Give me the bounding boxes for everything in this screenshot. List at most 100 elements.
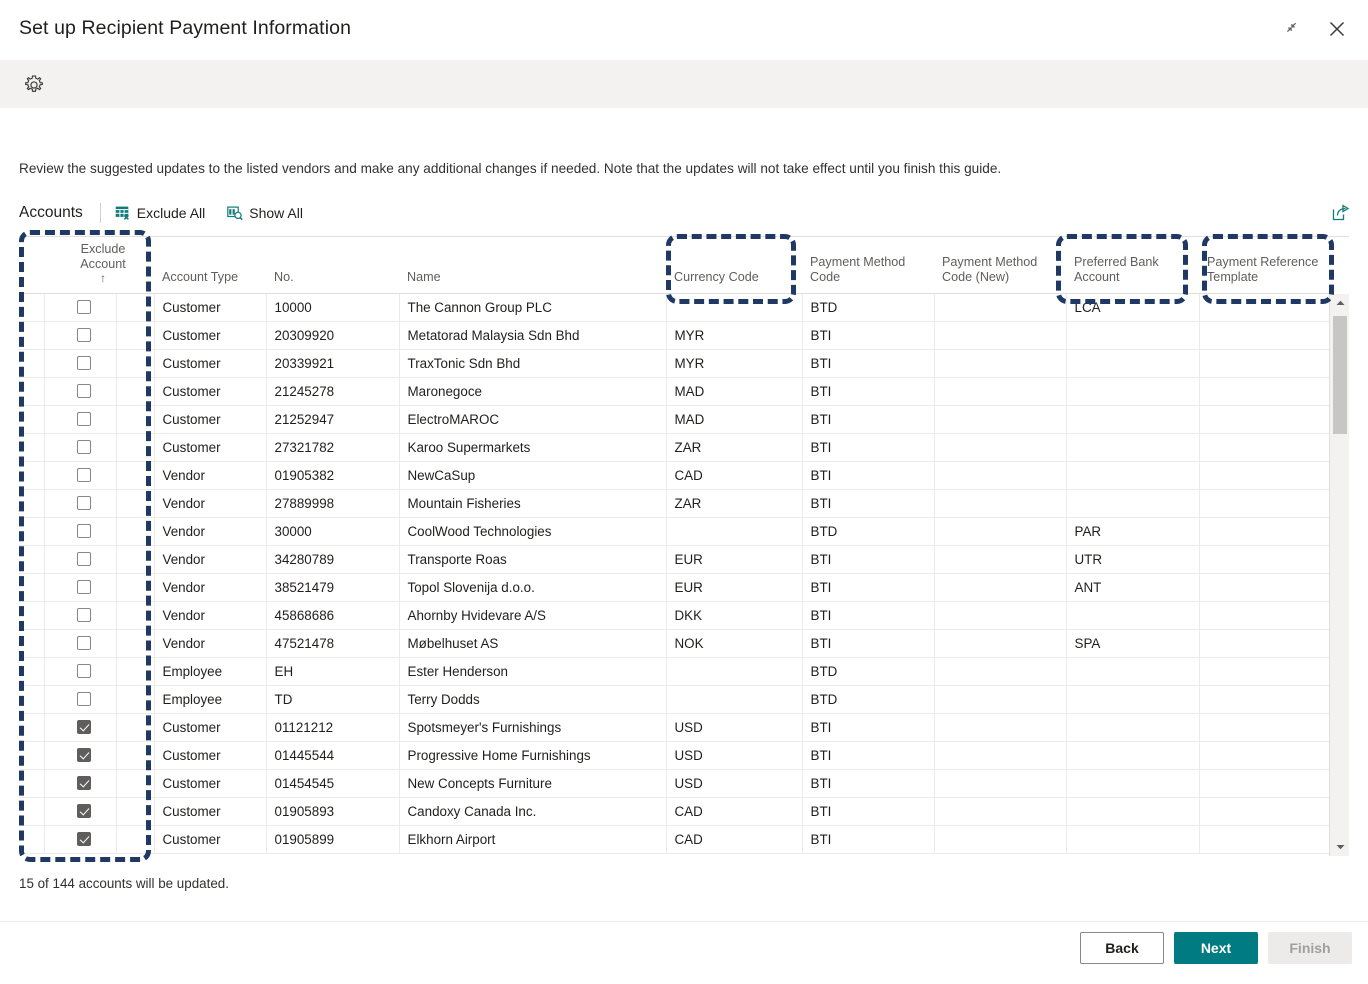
cell-no[interactable]: 01905382 [266, 461, 400, 490]
cell-payment-reference-template[interactable] [1199, 517, 1333, 546]
cell-payment-method-code[interactable]: BTI [802, 377, 935, 406]
cell-preferred-bank-account[interactable]: LCA [1066, 293, 1200, 322]
exclude-account-checkbox[interactable] [77, 720, 91, 734]
cell-currency-code[interactable]: USD [666, 713, 803, 742]
cell-currency-code[interactable] [666, 657, 803, 686]
cell-payment-method-code[interactable]: BTI [802, 461, 935, 490]
cell-payment-method-code[interactable]: BTI [802, 433, 935, 462]
table-row[interactable]: Customer 01905899 Elkhorn Airport CAD BTI [19, 825, 1333, 854]
cell-preferred-bank-account[interactable] [1066, 713, 1200, 742]
cell-no[interactable]: 01121212 [266, 713, 400, 742]
exclude-account-checkbox[interactable] [77, 608, 91, 622]
cell-name[interactable]: Maronegoce [399, 377, 667, 406]
cell-no[interactable]: 10000 [266, 293, 400, 322]
exclude-account-checkbox[interactable] [77, 580, 91, 594]
column-header-payment-reference-template[interactable]: Payment Reference Template [1199, 237, 1333, 294]
cell-preferred-bank-account[interactable] [1066, 321, 1200, 350]
cell-no[interactable]: 47521478 [266, 629, 400, 658]
exclude-account-checkbox-cell[interactable] [44, 573, 117, 602]
cell-name[interactable]: Candoxy Canada Inc. [399, 797, 667, 826]
exclude-account-checkbox[interactable] [77, 496, 91, 510]
cell-no[interactable]: 34280789 [266, 545, 400, 574]
exclude-account-checkbox[interactable] [77, 524, 91, 538]
cell-payment-reference-template[interactable] [1199, 769, 1333, 798]
cell-no[interactable]: 21252947 [266, 405, 400, 434]
cell-payment-reference-template[interactable] [1199, 713, 1333, 742]
exclude-account-checkbox-cell[interactable] [44, 797, 117, 826]
cell-currency-code[interactable]: USD [666, 741, 803, 770]
exclude-account-checkbox[interactable] [77, 636, 91, 650]
cell-name[interactable]: ElectroMAROC [399, 405, 667, 434]
table-row[interactable]: Vendor 34280789 Transporte Roas EUR BTI UTR [19, 545, 1333, 574]
exclude-account-checkbox-cell[interactable] [44, 461, 117, 490]
cell-preferred-bank-account[interactable] [1066, 797, 1200, 826]
exclude-account-checkbox-cell[interactable] [44, 685, 117, 714]
cell-account-type[interactable]: Customer [154, 433, 267, 462]
cell-account-type[interactable]: Employee [154, 657, 267, 686]
cell-payment-reference-template[interactable] [1199, 349, 1333, 378]
exclude-account-checkbox[interactable] [77, 328, 91, 342]
column-header-payment-method-code[interactable]: Payment Method Code [802, 237, 935, 294]
cell-no[interactable]: EH [266, 657, 400, 686]
cell-payment-method-code[interactable]: BTI [802, 741, 935, 770]
table-row[interactable]: Vendor 01905382 NewCaSup CAD BTI [19, 461, 1333, 490]
cell-no[interactable]: 01905893 [266, 797, 400, 826]
cell-account-type[interactable]: Customer [154, 405, 267, 434]
exclude-account-checkbox-cell[interactable] [44, 629, 117, 658]
exclude-account-checkbox[interactable] [77, 748, 91, 762]
cell-payment-method-code[interactable]: BTI [802, 573, 935, 602]
table-row[interactable]: Customer 01905893 Candoxy Canada Inc. CAD BT… [19, 797, 1333, 826]
table-row[interactable]: Customer 21245278 Maronegoce MAD BTI [19, 377, 1333, 406]
exclude-account-checkbox-cell[interactable] [44, 321, 117, 350]
cell-account-type[interactable]: Customer [154, 825, 267, 854]
cell-account-type[interactable]: Customer [154, 713, 267, 742]
cell-name[interactable]: Transporte Roas [399, 545, 667, 574]
exclude-account-checkbox[interactable] [77, 804, 91, 818]
close-icon[interactable] [1320, 12, 1354, 46]
cell-name[interactable]: CoolWood Technologies [399, 517, 667, 546]
cell-preferred-bank-account[interactable] [1066, 601, 1200, 630]
cell-preferred-bank-account[interactable]: UTR [1066, 545, 1200, 574]
tab-accounts[interactable]: Accounts [19, 204, 100, 222]
cell-payment-method-code-new[interactable] [934, 461, 1067, 490]
cell-no[interactable]: 20309920 [266, 321, 400, 350]
table-row[interactable]: Customer 01454545 New Concepts Furniture US… [19, 769, 1333, 798]
exclude-account-checkbox[interactable] [77, 664, 91, 678]
exclude-account-checkbox[interactable] [77, 692, 91, 706]
cell-no[interactable]: 01445544 [266, 741, 400, 770]
exclude-account-checkbox-cell[interactable] [44, 405, 117, 434]
cell-payment-method-code[interactable]: BTI [802, 769, 935, 798]
cell-preferred-bank-account[interactable]: PAR [1066, 517, 1200, 546]
cell-payment-method-code[interactable]: BTI [802, 629, 935, 658]
table-row[interactable]: Vendor 30000 CoolWood Technologies BTD PAR [19, 517, 1333, 546]
exclude-account-checkbox[interactable] [77, 356, 91, 370]
cell-no[interactable]: 27889998 [266, 489, 400, 518]
cell-payment-method-code[interactable]: BTD [802, 293, 935, 322]
cell-payment-method-code[interactable]: BTD [802, 517, 935, 546]
cell-payment-reference-template[interactable] [1199, 601, 1333, 630]
cell-account-type[interactable]: Vendor [154, 573, 267, 602]
table-row[interactable]: Customer 20309920 Metatorad Malaysia Sdn B… [19, 321, 1333, 350]
cell-name[interactable]: Spotsmeyer's Furnishings [399, 713, 667, 742]
cell-payment-reference-template[interactable] [1199, 629, 1333, 658]
scrollbar-thumb[interactable] [1333, 316, 1347, 434]
cell-payment-reference-template[interactable] [1199, 461, 1333, 490]
exclude-account-checkbox[interactable] [77, 384, 91, 398]
exclude-account-checkbox-cell[interactable] [44, 713, 117, 742]
scroll-down-icon[interactable] [1330, 838, 1350, 856]
cell-payment-method-code-new[interactable] [934, 517, 1067, 546]
cell-account-type[interactable]: Customer [154, 293, 267, 322]
gear-icon[interactable] [20, 71, 48, 99]
cell-no[interactable]: TD [266, 685, 400, 714]
cell-account-type[interactable]: Vendor [154, 545, 267, 574]
cell-preferred-bank-account[interactable] [1066, 433, 1200, 462]
back-button[interactable]: Back [1080, 932, 1164, 964]
cell-payment-reference-template[interactable] [1199, 545, 1333, 574]
cell-payment-reference-template[interactable] [1199, 321, 1333, 350]
exclude-account-checkbox-cell[interactable] [44, 741, 117, 770]
column-header-exclude-account[interactable]: Exclude Account ↑ [44, 237, 155, 294]
cell-payment-method-code[interactable]: BTI [802, 349, 935, 378]
grid-vertical-scrollbar[interactable] [1329, 294, 1349, 856]
cell-name[interactable]: Terry Dodds [399, 685, 667, 714]
exclude-account-checkbox[interactable] [77, 440, 91, 454]
